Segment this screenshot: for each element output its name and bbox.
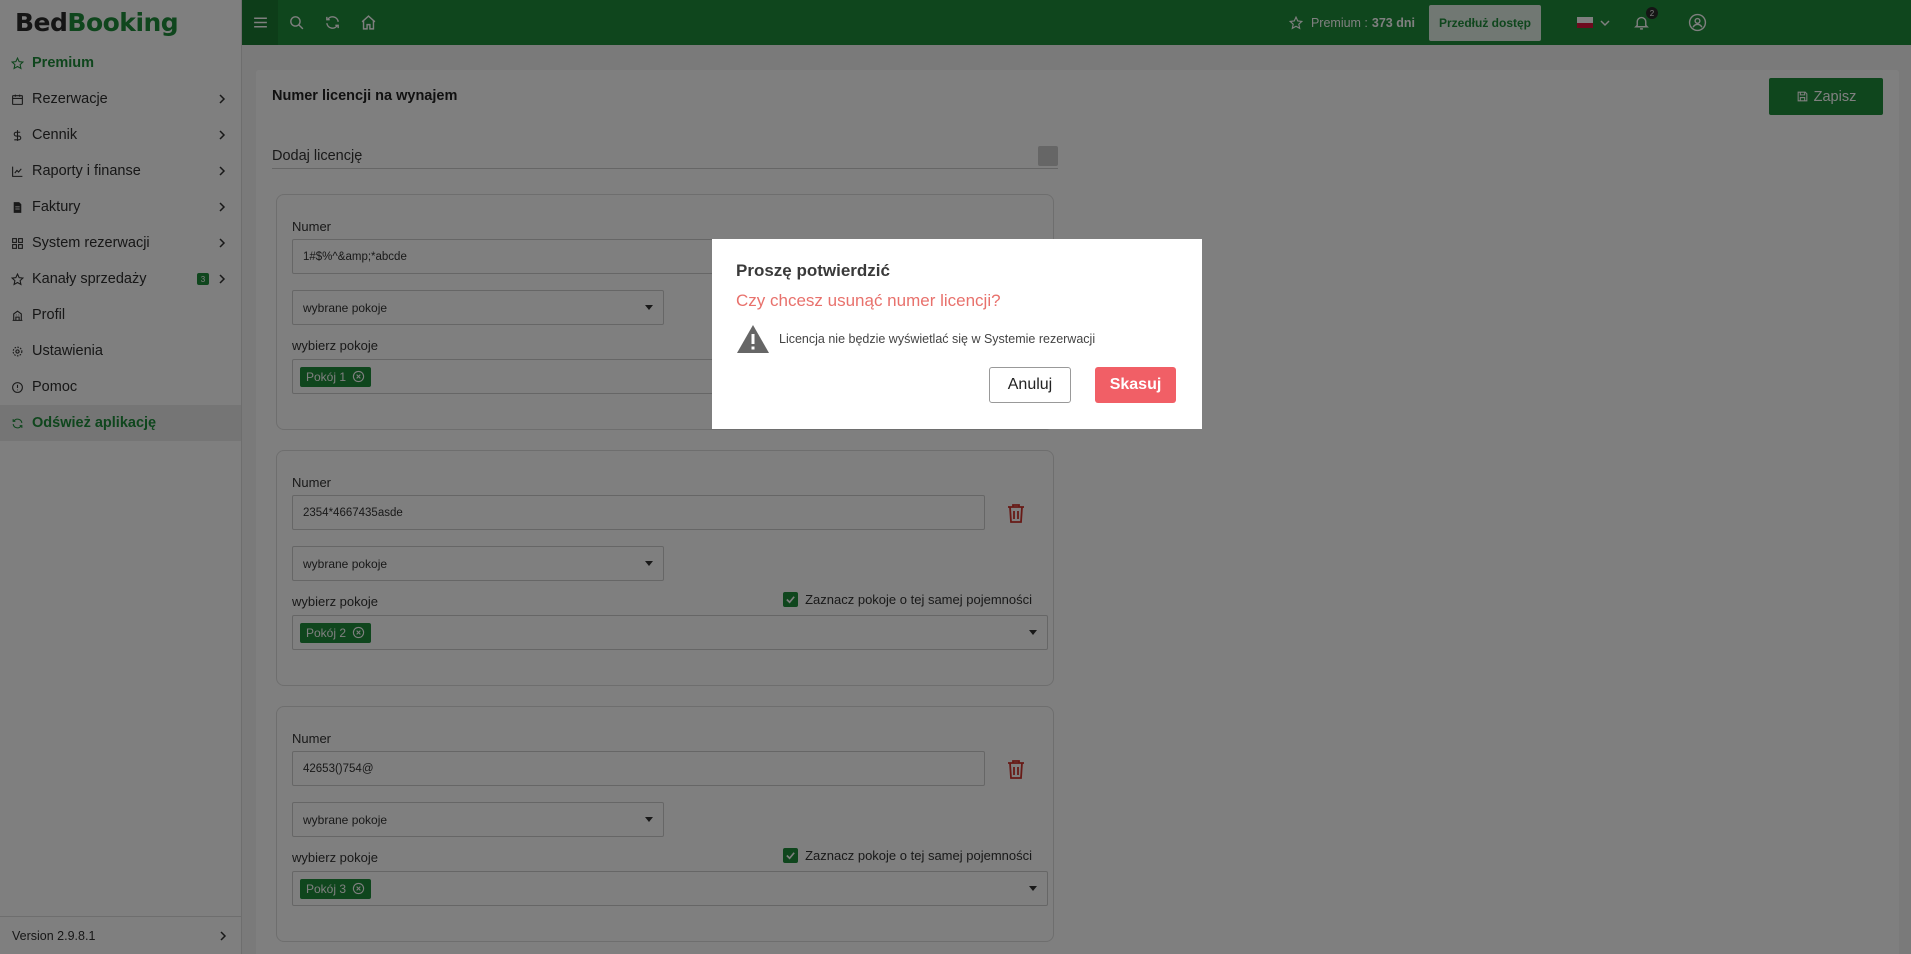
confirm-dialog: Proszę potwierdzić Czy chcesz usunąć num… <box>712 239 1202 429</box>
dialog-title: Proszę potwierdzić <box>736 261 890 280</box>
modal-backdrop[interactable] <box>0 0 1911 954</box>
cancel-button[interactable]: Anuluj <box>989 367 1071 403</box>
delete-button[interactable]: Skasuj <box>1095 367 1176 403</box>
dialog-question: Czy chcesz usunąć numer licencji? <box>736 291 1001 310</box>
warning-icon <box>737 325 769 353</box>
dialog-warning: Licencja nie będzie wyświetlać się w Sys… <box>736 324 1095 354</box>
dialog-warning-text: Licencja nie będzie wyświetlać się w Sys… <box>779 332 1096 346</box>
